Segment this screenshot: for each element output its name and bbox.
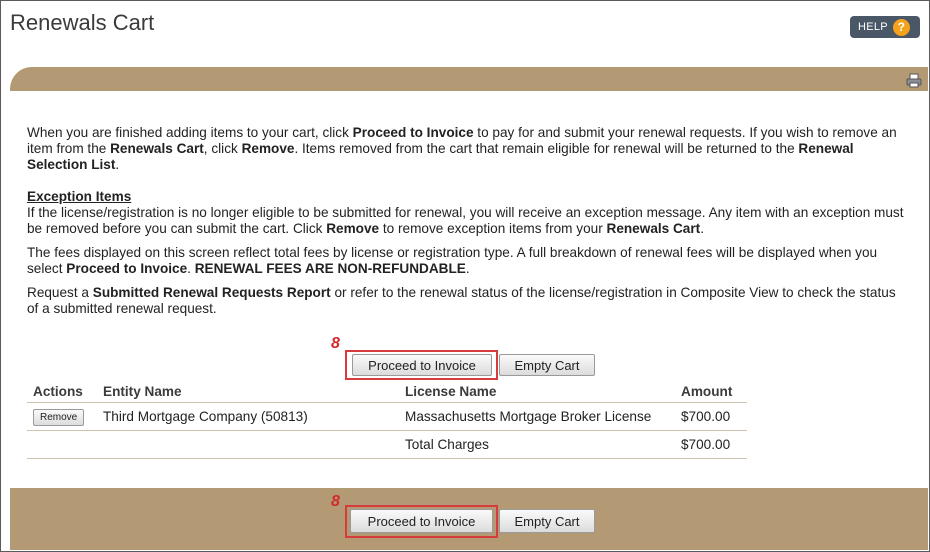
bold-text: Renewals Cart xyxy=(606,221,701,236)
text: . xyxy=(115,157,120,172)
proceed-to-invoice-button-bottom[interactable]: Proceed to Invoice xyxy=(350,509,493,533)
text: . xyxy=(465,261,470,276)
text: . xyxy=(700,221,704,236)
table-row: Remove Third Mortgage Company (50813) Ma… xyxy=(27,402,747,431)
empty-cart-button[interactable]: Empty Cart xyxy=(499,354,595,376)
column-header: Entity Name xyxy=(97,380,399,403)
remove-button[interactable]: Remove xyxy=(33,408,85,426)
total-row: Total Charges $700.00 xyxy=(27,430,747,459)
page-title: Renewals Cart xyxy=(10,10,155,35)
text: Request a xyxy=(27,285,93,300)
empty-cell xyxy=(97,430,399,459)
bold-text: Remove xyxy=(326,221,380,236)
column-header: Amount xyxy=(675,380,747,403)
empty-cell xyxy=(27,430,97,459)
text: . xyxy=(187,261,195,276)
text: When you are finished adding items to yo… xyxy=(27,125,353,140)
text: . Items removed from the cart that remai… xyxy=(294,141,799,156)
instructions: When you are finished adding items to yo… xyxy=(27,125,907,325)
bold-text: Renewals Cart xyxy=(110,141,204,156)
help-icon: ? xyxy=(892,18,910,36)
report-paragraph: Request a Submitted Renewal Requests Rep… xyxy=(27,285,907,317)
bold-text: RENEWAL FEES ARE NON-REFUNDABLE xyxy=(194,261,466,276)
annotation-marker: 8 xyxy=(331,493,340,510)
entity-name-cell: Third Mortgage Company (50813) xyxy=(97,402,399,431)
bold-text: Proceed to Invoice xyxy=(66,261,188,276)
empty-cart-button-bottom[interactable]: Empty Cart xyxy=(499,509,595,533)
fees-paragraph: The fees displayed on this screen reflec… xyxy=(27,245,907,277)
exception-paragraph: Exception Items If the license/registrat… xyxy=(27,189,907,237)
annotation-marker: 8 xyxy=(331,335,340,352)
bold-text: Proceed to Invoice xyxy=(352,125,474,140)
text: to remove exception items from your xyxy=(379,221,607,236)
total-label: Total Charges xyxy=(399,430,675,459)
total-amount: $700.00 xyxy=(675,430,747,459)
bold-text: Submitted Renewal Requests Report xyxy=(92,285,331,300)
actions-cell: Remove xyxy=(27,402,97,431)
proceed-to-invoice-button[interactable]: Proceed to Invoice xyxy=(352,354,492,376)
intro-paragraph: When you are finished adding items to yo… xyxy=(27,125,907,173)
print-icon[interactable] xyxy=(906,73,922,88)
column-header: License Name xyxy=(399,380,675,403)
table-header-row: Actions Entity Name License Name Amount xyxy=(27,380,747,403)
amount-cell: $700.00 xyxy=(675,402,747,431)
help-button[interactable]: HELP ? xyxy=(850,16,920,38)
bold-text: Remove xyxy=(241,141,295,156)
cart-table: Actions Entity Name License Name Amount … xyxy=(27,380,747,459)
text: , click xyxy=(203,141,242,156)
top-header-bar xyxy=(10,67,928,91)
column-header: Actions xyxy=(27,380,97,403)
license-name-cell: Massachusetts Mortgage Broker License xyxy=(399,402,675,431)
exception-title: Exception Items xyxy=(27,189,132,204)
help-label: HELP xyxy=(858,21,888,33)
